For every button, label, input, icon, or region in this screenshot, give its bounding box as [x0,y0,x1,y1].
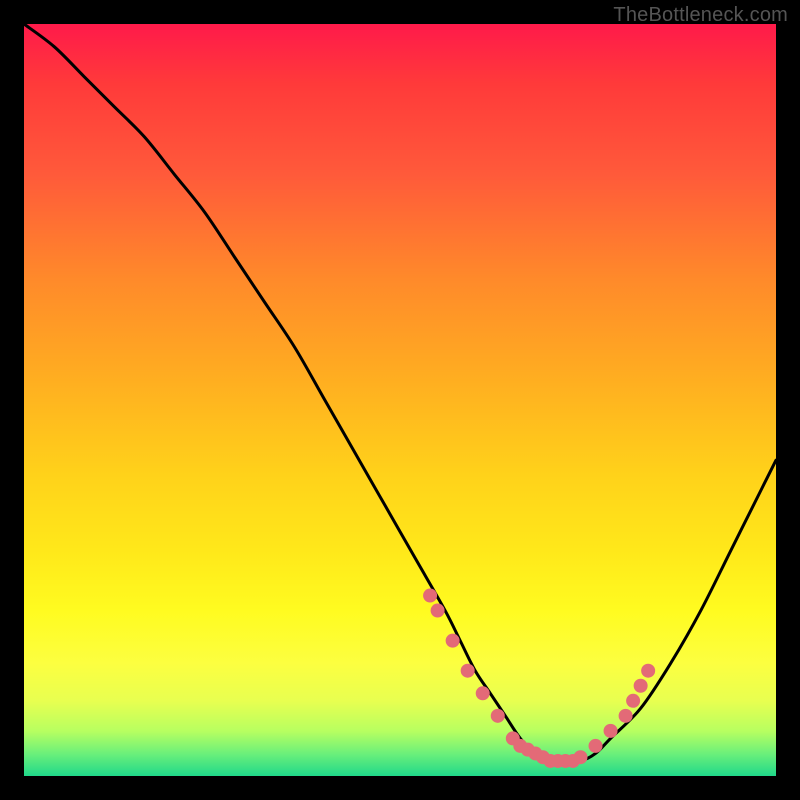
highlight-dot [641,664,655,678]
chart-svg [24,24,776,776]
bottleneck-curve [24,24,776,762]
highlight-dot [491,709,505,723]
highlight-dot [423,589,437,603]
highlight-dot [604,724,618,738]
highlight-dot [476,686,490,700]
chart-frame: TheBottleneck.com [0,0,800,800]
highlight-dot [634,679,648,693]
highlight-dot [431,604,445,618]
highlight-dot [446,634,460,648]
curve-layer [24,24,776,762]
highlight-dot [619,709,633,723]
highlight-dot [589,739,603,753]
highlight-dot [461,664,475,678]
marker-layer [423,589,655,768]
highlight-dot [573,750,587,764]
highlight-dot [626,694,640,708]
watermark-text: TheBottleneck.com [613,4,788,27]
